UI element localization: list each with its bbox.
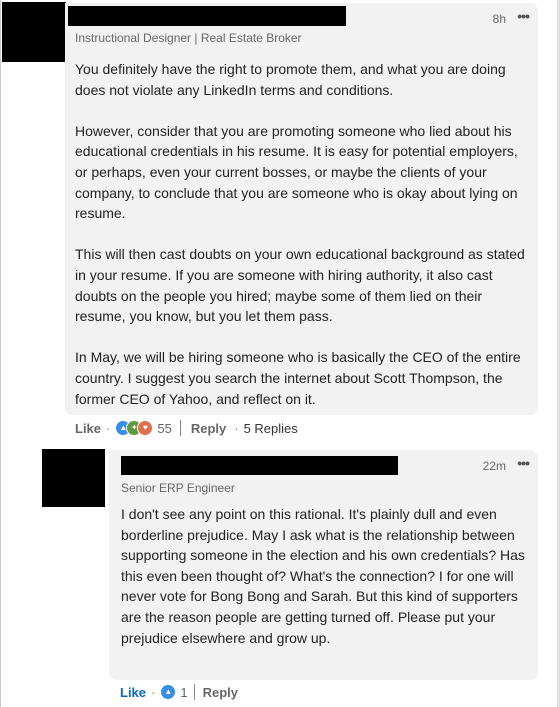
separator-dot: · [234,420,239,436]
reply-timestamp: 22m [482,459,506,473]
comment-text: You definitely have the right to promote… [75,59,530,409]
reaction-icons[interactable]: ▲ [160,684,177,700]
reply-actions: Like · ▲ 1 Reply [120,683,238,701]
author-headline: Instructional Designer | Real Estate Bro… [75,31,302,45]
more-options-icon[interactable]: ••• [517,455,530,471]
like-button[interactable]: Like [120,685,146,700]
redacted-author-name[interactable] [68,6,346,26]
reaction-icons[interactable]: ▲ ✦ ♥ [115,420,154,436]
comment-paragraph: However, consider that you are promoting… [75,122,518,222]
comment-paragraph: You definitely have the right to promote… [75,61,506,98]
reply-button[interactable]: Reply [203,685,238,700]
divider [179,420,181,436]
comment-timestamp: 8h [492,12,506,26]
reaction-count[interactable]: 1 [180,685,187,700]
view-replies-link[interactable]: 5 Replies [244,421,298,436]
comment-paragraph: In May, we will be hiring someone who is… [75,349,521,407]
separator-dot: · [151,684,156,700]
comment-bubble: 8h ••• Instructional Designer | Real Est… [65,3,538,415]
reply-text: I don't see any point on this rational. … [121,506,525,646]
like-button[interactable]: Like [75,421,101,436]
author-headline: Senior ERP Engineer [121,481,235,495]
comment-actions: Like · ▲ ✦ ♥ 55 Reply · 5 Replies [75,419,298,437]
comment-paragraph: This will then cast doubts on your own e… [75,246,525,325]
more-options-icon[interactable]: ••• [517,8,530,24]
reply-avatar[interactable] [42,449,105,507]
separator-dot: · [106,420,111,436]
redacted-author-name[interactable] [121,456,398,475]
love-icon: ♥ [137,420,154,436]
reply-bubble: 22m ••• Senior ERP Engineer I don't see … [109,450,538,680]
reaction-count[interactable]: 55 [157,421,171,436]
divider [193,684,195,700]
avatar[interactable] [2,2,66,62]
reply-button[interactable]: Reply [191,421,226,436]
left-border [0,0,1,707]
like-icon: ▲ [160,684,177,700]
